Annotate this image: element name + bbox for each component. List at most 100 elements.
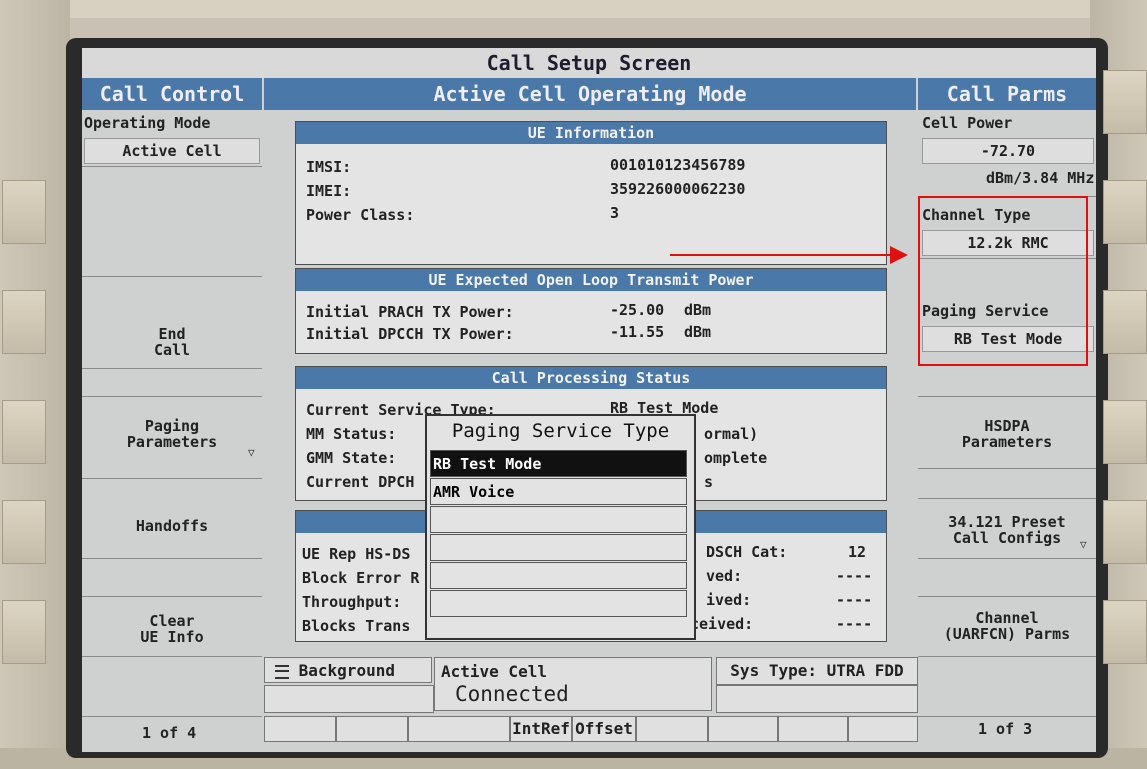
gmm-state-value: omplete	[704, 449, 768, 467]
hsdpa-line1: HSDPA	[984, 417, 1030, 435]
expected-power-panel: UE Expected Open Loop Transmit Power Ini…	[295, 268, 887, 354]
throughput-label: Throughput:	[302, 593, 402, 611]
separator	[82, 596, 262, 597]
dpcch-power-unit: dBm	[684, 323, 712, 341]
separator	[918, 396, 1096, 397]
block-error-label: Block Error R	[302, 569, 420, 587]
end-call-line2: Call	[153, 341, 191, 359]
right-softkey-6[interactable]	[1103, 600, 1147, 664]
blocks-received-mid: ceived:	[690, 615, 754, 633]
indicator-cell	[408, 716, 510, 742]
operating-mode-value[interactable]: Active Cell	[84, 138, 260, 164]
right-softkey-5[interactable]	[1103, 500, 1147, 564]
call-processing-title: Call Processing Status	[296, 367, 886, 389]
end-call-button[interactable]: End Call	[82, 326, 262, 358]
prach-power-label: Initial PRACH TX Power:	[306, 303, 514, 321]
background-icon	[275, 664, 289, 679]
paging-parameters-button[interactable]: Paging Parameters	[82, 418, 262, 450]
preset-line2: Call Configs	[952, 529, 1062, 547]
separator	[82, 368, 262, 369]
indicator-cell	[848, 716, 918, 742]
submenu-triangle-icon: ▽	[248, 446, 255, 459]
operating-mode-label: Operating Mode	[84, 114, 211, 132]
handoffs-button[interactable]: Handoffs	[82, 518, 262, 534]
separator	[918, 468, 1096, 469]
submenu-triangle-icon: ▽	[1080, 538, 1087, 551]
preset-call-configs-button[interactable]: 34.121 Preset Call Configs	[918, 514, 1096, 546]
prach-power-value: -25.00	[610, 301, 665, 319]
cell-state-label: Active Cell	[441, 662, 547, 681]
paging-parameters-line1: Paging	[144, 417, 200, 435]
left-softkey-4[interactable]	[2, 500, 46, 564]
popup-item-rb-test-mode[interactable]: RB Test Mode	[430, 450, 687, 477]
active-cell-mode-header: Active Cell Operating Mode	[264, 78, 916, 110]
ue-information-panel: UE Information IMSI: 001010123456789 IME…	[295, 121, 887, 265]
imei-label: IMEI:	[306, 182, 352, 200]
screen-title: Call Setup Screen	[82, 48, 1096, 78]
right-softkey-4[interactable]	[1103, 400, 1147, 464]
hsdpa-line2: Parameters	[961, 433, 1053, 451]
right-softkey-3[interactable]	[1103, 290, 1147, 354]
separator	[918, 656, 1096, 657]
connection-label: Connected	[455, 682, 569, 706]
cell-power-label: Cell Power	[922, 114, 1013, 132]
right-page-indicator: 1 of 3	[978, 720, 1033, 738]
intref-indicator: IntRef	[510, 716, 572, 742]
instrument-screen: Call Setup Screen Call Control Operating…	[82, 48, 1096, 752]
popup-item-empty[interactable]	[430, 562, 687, 589]
power-class-label: Power Class:	[306, 206, 415, 224]
separator	[82, 558, 262, 559]
hsdpa-parameters-button[interactable]: HSDPA Parameters	[918, 418, 1096, 450]
left-softkey-3[interactable]	[2, 400, 46, 464]
expected-power-title: UE Expected Open Loop Transmit Power	[296, 269, 886, 291]
right-softkey-2[interactable]	[1103, 180, 1147, 244]
popup-item-empty[interactable]	[430, 506, 687, 533]
indicator-cell	[778, 716, 848, 742]
separator	[82, 716, 262, 717]
block-error-mid: ved:	[706, 567, 743, 585]
paging-parameters-line2: Parameters	[126, 433, 218, 451]
preset-line1: 34.121 Preset	[948, 513, 1066, 531]
separator	[918, 498, 1096, 499]
left-softkey-2[interactable]	[2, 290, 46, 354]
dsch-cat-value: 12	[848, 543, 867, 561]
prach-power-unit: dBm	[684, 301, 712, 319]
separator	[82, 656, 262, 657]
popup-item-empty[interactable]	[430, 590, 687, 617]
dsch-cat-label: DSCH Cat:	[706, 543, 788, 561]
cell-power-value[interactable]: -72.70	[922, 138, 1094, 164]
dpcch-power-value: -11.55	[610, 323, 665, 341]
popup-item-empty[interactable]	[430, 534, 687, 561]
sys-type: Sys Type: UTRA FDD	[716, 657, 918, 685]
annotation-arrow-icon	[890, 246, 908, 264]
indicator-cell	[336, 716, 408, 742]
background-toggle[interactable]: Background	[264, 657, 432, 683]
popup-title: Paging Service Type	[451, 420, 670, 442]
annotation-highlight-box	[918, 196, 1088, 366]
left-softkey-1[interactable]	[2, 180, 46, 244]
separator	[82, 276, 262, 277]
separator	[82, 478, 262, 479]
clear-ue-info-line2: UE Info	[140, 628, 204, 646]
status-cell	[716, 685, 918, 713]
mm-status-label: MM Status:	[306, 425, 397, 443]
indicator-cell	[264, 716, 336, 742]
annotation-arrow-line	[670, 254, 896, 256]
imsi-label: IMSI:	[306, 158, 352, 176]
right-softkey-1[interactable]	[1103, 70, 1147, 134]
ue-rep-hs-label: UE Rep HS-DS	[302, 545, 411, 563]
throughput-value: ----	[836, 591, 873, 609]
separator	[82, 166, 262, 167]
background-label: Background	[298, 661, 395, 680]
popup-item-amr-voice[interactable]: AMR Voice	[430, 478, 687, 505]
left-page-indicator: 1 of 4	[142, 724, 197, 742]
separator	[918, 716, 1096, 717]
left-softkey-5[interactable]	[2, 600, 46, 664]
indicator-cell	[636, 716, 708, 742]
clear-ue-info-line1: Clear	[149, 612, 195, 630]
current-dpch-value: s	[704, 473, 714, 491]
device-bezel-top	[0, 0, 1147, 18]
paging-service-type-popup: Paging Service Type RB Test Mode AMR Voi…	[425, 414, 696, 640]
channel-parms-button[interactable]: Channel (UARFCN) Parms	[918, 610, 1096, 642]
clear-ue-info-button[interactable]: Clear UE Info	[82, 613, 262, 645]
